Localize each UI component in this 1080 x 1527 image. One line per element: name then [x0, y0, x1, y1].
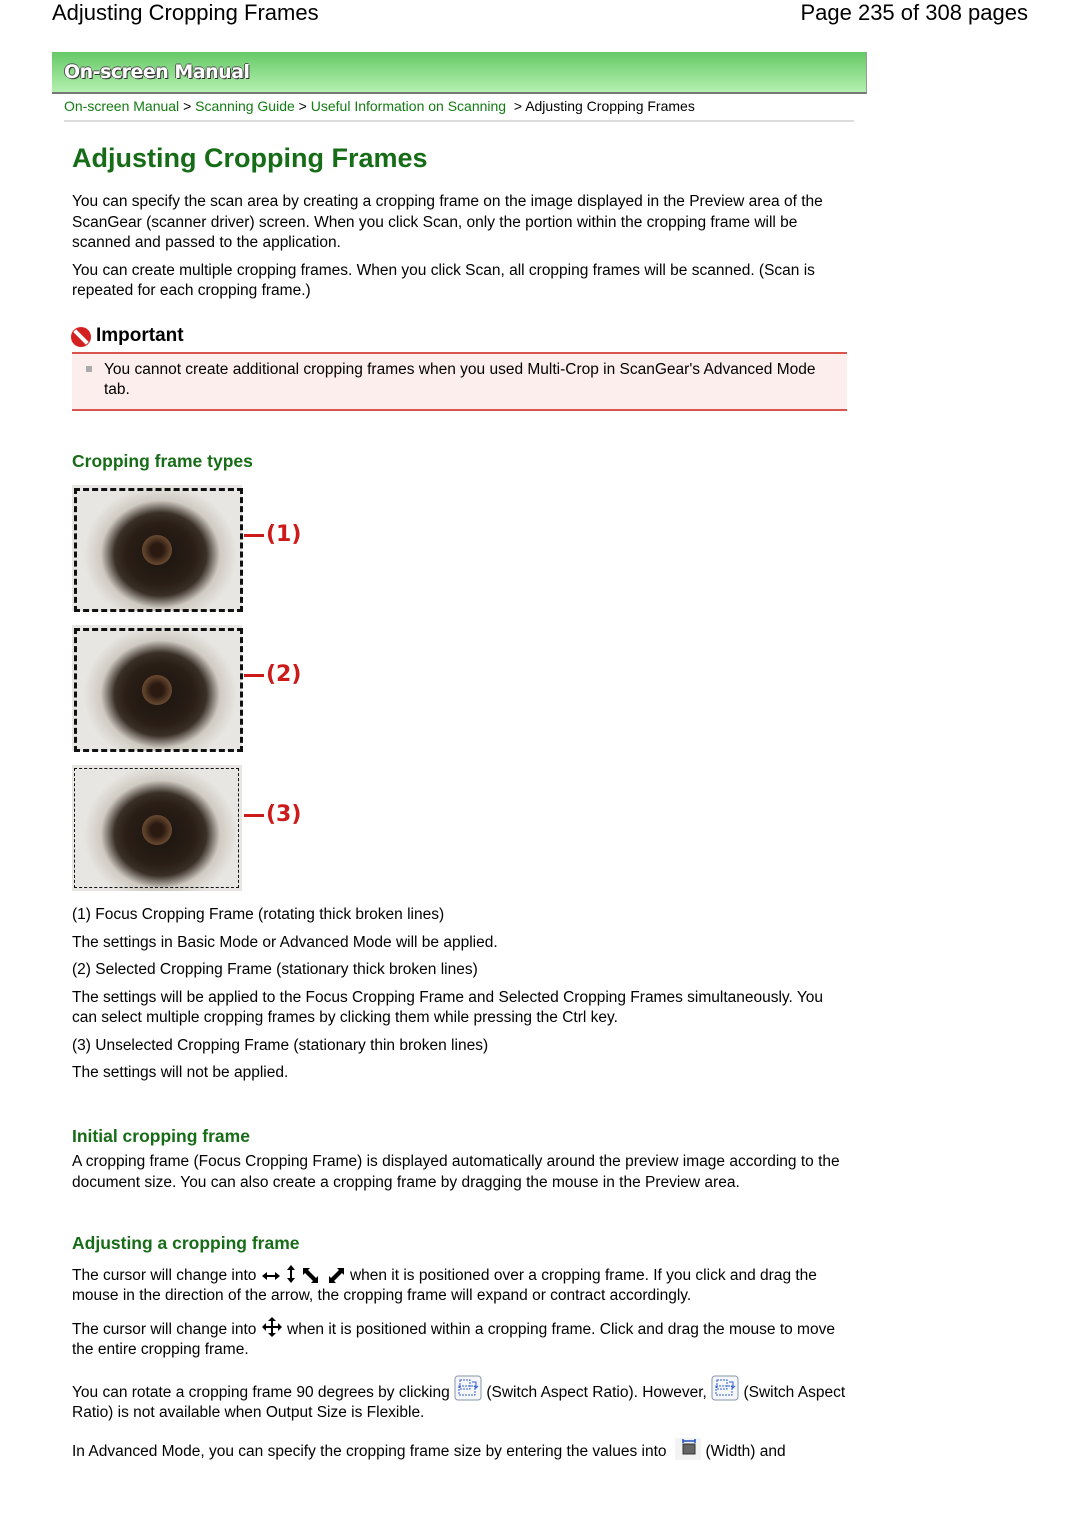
description-line: (2) Selected Cropping Frame (stationary … [72, 961, 478, 978]
important-label: Important [96, 325, 184, 347]
text: The cursor will change into [72, 1266, 257, 1284]
frame-type-figures: (1) (2) (3) [72, 485, 847, 891]
figure-unselected-frame: (3) [72, 765, 312, 891]
figure-label: (1) [244, 524, 301, 546]
resize-diagonal-nesw-cursor-icon [328, 1267, 344, 1283]
manual-banner: On-screen Manual [52, 52, 867, 94]
switch-aspect-ratio-icon[interactable] [711, 1375, 739, 1401]
section-heading-types: Cropping frame types [72, 450, 253, 471]
adjust-paragraph-size: In Advanced Mode, you can specify the cr… [72, 1437, 847, 1463]
resize-horizontal-cursor-icon [261, 1271, 280, 1280]
main-content: Adjusting Cropping Frames You can specif… [71, 140, 847, 1469]
text: (Switch Aspect Ratio). However, [486, 1383, 707, 1401]
description-line: (3) Unselected Cropping Frame (stationar… [72, 1036, 489, 1054]
important-box: You cannot create additional cropping fr… [72, 351, 847, 411]
important-item: You cannot create additional cropping fr… [104, 360, 816, 399]
figure-label: (3) [244, 804, 301, 826]
frame-type-descriptions: (1) Focus Cropping Frame (rotating thick… [72, 905, 847, 1084]
text: (Width) and [705, 1442, 786, 1460]
resize-vertical-cursor-icon [287, 1264, 295, 1283]
width-field-icon [675, 1437, 702, 1460]
description-line: (1) Focus Cropping Frame (rotating thick… [72, 906, 445, 923]
move-cursor-icon [261, 1316, 282, 1337]
breadcrumb: On-screen Manual > Scanning Guide > Usef… [64, 98, 854, 122]
thick-dashed-frame [74, 488, 243, 612]
breadcrumb-current: Adjusting Cropping Frames [525, 98, 695, 114]
adjust-paragraph-move: The cursor will change into when it is p… [72, 1316, 847, 1361]
section-heading-adjusting: Adjusting a cropping frame [72, 1233, 300, 1253]
figure-selected-frame: (2) [72, 625, 312, 752]
text: You can rotate a cropping frame 90 degre… [72, 1383, 450, 1401]
adjust-paragraph-resize: The cursor will change into when it is p… [72, 1264, 847, 1307]
breadcrumb-separator: > [298, 98, 307, 114]
breadcrumb-link-useful-info[interactable]: Useful Information on Scanning [311, 98, 506, 114]
page-title: Adjusting Cropping Frames [72, 143, 428, 173]
description-line: The settings in Basic Mode or Advanced M… [72, 933, 498, 951]
page-indicator: Page 235 of 308 pages [800, 0, 1028, 25]
intro-paragraph: You can create multiple cropping frames.… [72, 261, 815, 300]
section-heading-initial: Initial cropping frame [72, 1125, 250, 1146]
bullet-icon [86, 365, 92, 372]
adjust-paragraph-rotate: You can rotate a cropping frame 90 degre… [72, 1375, 847, 1424]
document-title: Adjusting Cropping Frames [52, 0, 319, 25]
important-heading: Important [71, 324, 847, 350]
description-line: The settings will not be applied. [72, 1064, 289, 1081]
text: The cursor will change into [72, 1320, 257, 1338]
figure-focus-frame: (1) [72, 485, 312, 612]
breadcrumb-separator: > [183, 98, 192, 114]
resize-diagonal-nwse-cursor-icon [303, 1267, 319, 1283]
thick-dashed-frame [74, 628, 243, 752]
text: In Advanced Mode, you can specify the cr… [72, 1442, 667, 1460]
switch-aspect-ratio-icon[interactable] [454, 1375, 482, 1401]
figure-label: (2) [244, 664, 301, 686]
banner-title: On-screen Manual [64, 61, 250, 83]
initial-paragraph: A cropping frame (Focus Cropping Frame) … [72, 1153, 840, 1191]
thin-dashed-frame [74, 768, 239, 888]
breadcrumb-link-scanning-guide[interactable]: Scanning Guide [195, 98, 295, 114]
intro-paragraph: You can specify the scan area by creatin… [72, 193, 823, 251]
breadcrumb-separator: > [513, 98, 523, 114]
breadcrumb-link-manual[interactable]: On-screen Manual [64, 98, 179, 114]
prohibited-icon [71, 326, 91, 347]
description-line: The settings will be applied to the Focu… [72, 988, 824, 1027]
